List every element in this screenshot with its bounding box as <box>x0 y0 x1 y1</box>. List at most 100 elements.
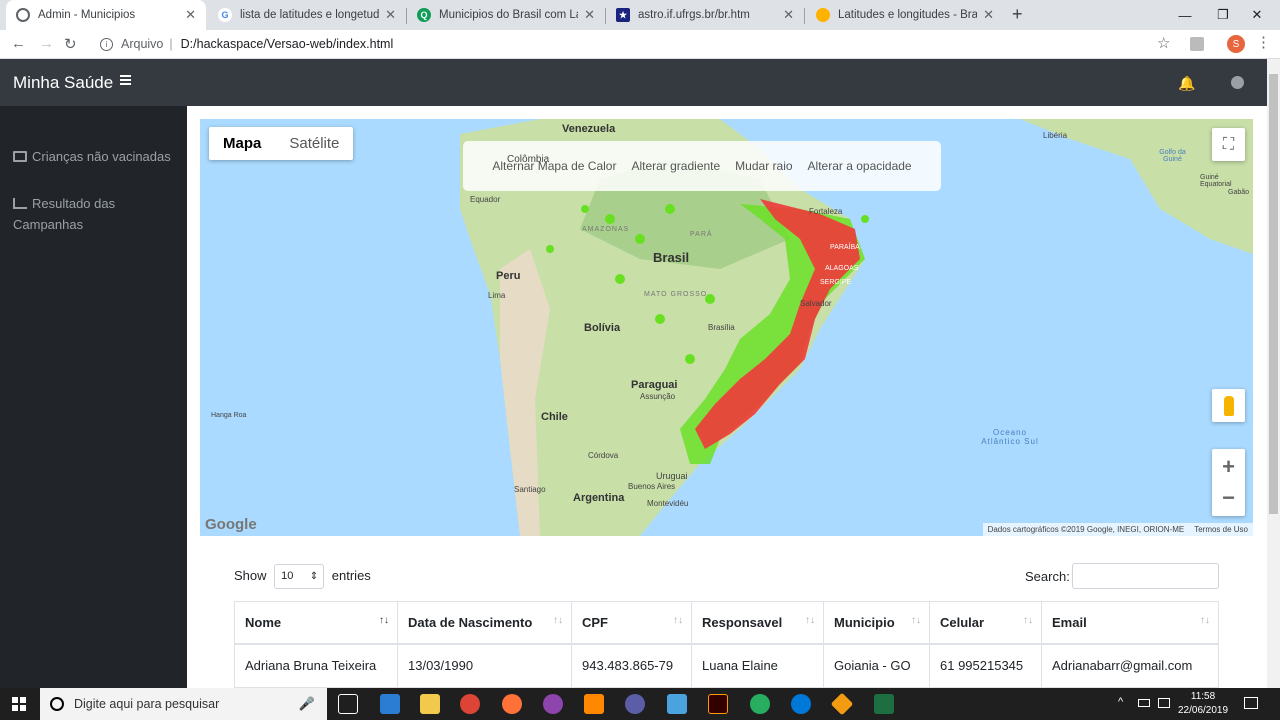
close-window-icon[interactable]: ✕ <box>1234 0 1280 30</box>
forward-icon[interactable]: → <box>39 35 54 52</box>
taskbar-clock[interactable]: 11:58 22/06/2019 <box>1178 690 1228 718</box>
zoom-in-icon[interactable]: + <box>1222 450 1235 483</box>
sort-icon: ↑↓ <box>805 615 815 626</box>
zoom-control: + − <box>1212 449 1245 516</box>
hamburger-icon[interactable] <box>120 75 131 85</box>
excel-icon[interactable] <box>874 694 894 714</box>
column-header-data[interactable]: Data de Nascimento ↑↓ <box>397 601 572 645</box>
terms-link[interactable]: Termos de Uso <box>1194 525 1248 534</box>
profile-avatar[interactable]: S <box>1227 35 1245 53</box>
bell-icon[interactable]: 🔔 <box>1178 75 1195 92</box>
star-icon: ★ <box>616 8 630 22</box>
scrollbar-thumb[interactable] <box>1269 74 1278 514</box>
label-argentina: Argentina <box>573 492 625 504</box>
heatmap-map[interactable]: Mapa Satélite Alternar Mapa de Calor Alt… <box>200 119 1253 536</box>
map-attribution: Dados cartográficos ©2019 Google, INEGI,… <box>982 523 1253 536</box>
page-scrollbar[interactable] <box>1267 59 1280 688</box>
table-row[interactable]: Adriana Bruna Teixeira 13/03/1990 943.48… <box>234 643 1219 688</box>
column-header-cpf[interactable]: CPF ↑↓ <box>571 601 692 645</box>
windows-start-icon[interactable] <box>12 697 26 711</box>
column-header-responsavel[interactable]: Responsavel ↑↓ <box>691 601 824 645</box>
user-icon[interactable] <box>1231 76 1244 89</box>
task-view-icon[interactable] <box>338 694 358 714</box>
google-logo: Google <box>205 516 257 533</box>
label-hanga-roa: Hanga Roa <box>211 412 247 419</box>
show-label: Show <box>234 567 267 583</box>
label-paraiba: PARAÍBA <box>830 244 860 251</box>
change-opacity-button[interactable]: Alterar a opacidade <box>808 159 912 173</box>
label-bolivia: Bolívia <box>584 322 621 334</box>
close-icon[interactable]: ✕ <box>783 7 794 23</box>
map-type-satelite[interactable]: Satélite <box>275 127 353 160</box>
tab-admin-municipios[interactable]: Admin - Municipios ✕ <box>6 0 206 30</box>
fullscreen-icon[interactable]: ⛶ <box>1212 128 1245 161</box>
reload-icon[interactable]: ↻ <box>64 35 77 53</box>
search-input[interactable] <box>1072 563 1219 589</box>
column-header-email[interactable]: Email ↑↓ <box>1041 601 1219 645</box>
close-icon[interactable]: ✕ <box>983 7 994 23</box>
sort-icon: ↑↓ <box>1200 615 1210 626</box>
chrome-icon[interactable] <box>460 694 480 714</box>
tab-latitudes[interactable]: G lista de latitudes e longetudes ci ✕ <box>208 0 406 30</box>
extension-icon[interactable] <box>1190 37 1204 51</box>
close-icon[interactable]: ✕ <box>584 7 595 23</box>
column-header-celular[interactable]: Celular ↑↓ <box>929 601 1042 645</box>
brand-title[interactable]: Minha Saúde <box>13 73 113 93</box>
label-oceano-atlantico: Oceano Atlântico Sul <box>981 428 1039 446</box>
sidebar-item-criancas[interactable]: Crianças não vacinadas <box>13 146 183 167</box>
app-icon-3[interactable] <box>625 694 645 714</box>
column-header-nome[interactable]: Nome ↑↓ <box>234 601 398 645</box>
bookmark-star-icon[interactable]: ☆ <box>1157 34 1170 52</box>
label-mato-grosso: MATO GROSSO <box>644 291 708 298</box>
label-guine-equatorial: Guiné Equatorial <box>1200 174 1232 188</box>
sidebar-item-campanhas[interactable]: Resultado das Campanhas <box>13 193 183 235</box>
cell-data: 13/03/1990 <box>397 643 572 688</box>
column-header-municipio[interactable]: Municipio ↑↓ <box>823 601 930 645</box>
vlc-icon[interactable] <box>584 694 604 714</box>
battery-icon[interactable] <box>1138 699 1150 707</box>
close-icon[interactable]: ✕ <box>385 7 396 23</box>
edge-icon[interactable] <box>791 694 811 714</box>
illustrator-icon[interactable] <box>708 694 728 714</box>
label-buenos-aires: Buenos Aires <box>628 482 676 491</box>
app-icon-4[interactable] <box>750 694 770 714</box>
pegman-icon[interactable] <box>1212 389 1245 422</box>
label-montevideu: Montevidéu <box>647 499 689 508</box>
address-url[interactable]: D:/hackaspace/Versao-web/index.html <box>181 37 394 51</box>
cell-email: Adrianabarr@gmail.com <box>1041 643 1219 688</box>
change-gradient-button[interactable]: Alterar gradiente <box>631 159 720 173</box>
tab-latitudes-brasil[interactable]: Latitudes e longitudes - Brasil Esc ✕ <box>806 0 1004 30</box>
cell-cpf: 943.483.865-79 <box>571 643 692 688</box>
label-venezuela: Venezuela <box>562 123 616 135</box>
cell-nome: Adriana Bruna Teixeira <box>234 643 398 688</box>
entries-length-control: Show 10 entries <box>234 564 371 589</box>
zoom-out-icon[interactable]: − <box>1222 483 1235 516</box>
file-explorer-icon[interactable] <box>420 694 440 714</box>
firefox-icon[interactable] <box>502 694 522 714</box>
tab-astro[interactable]: ★ astro.if.ufrgs.br/br.htm ✕ <box>606 0 804 30</box>
back-icon[interactable]: ← <box>11 35 26 52</box>
new-tab-icon[interactable]: + <box>1012 4 1023 25</box>
virtualbox-icon[interactable] <box>667 694 687 714</box>
app-icon-2[interactable] <box>543 694 563 714</box>
omnibox[interactable]: i Arquivo | D:/hackaspace/Versao-web/ind… <box>92 33 1182 55</box>
change-radius-button[interactable]: Mudar raio <box>735 159 792 173</box>
microphone-icon[interactable]: 🎤 <box>299 696 315 712</box>
tab-municipios-brasil[interactable]: Q Municipios do Brasil com Latitud ✕ <box>407 0 605 30</box>
tab-title: astro.if.ufrgs.br/br.htm <box>638 9 750 21</box>
tray-chevron-icon[interactable]: ^ <box>1118 696 1123 708</box>
label-brasil: Brasil <box>653 250 690 265</box>
menu-dots-icon[interactable]: ⋮ <box>1256 33 1271 51</box>
network-icon[interactable] <box>1158 698 1170 708</box>
globe-icon <box>16 8 30 22</box>
label-gabao: Gabão <box>1228 189 1250 196</box>
notifications-icon[interactable] <box>1244 697 1258 709</box>
taskbar-search[interactable]: Digite aqui para pesquisar 🎤 <box>40 688 327 720</box>
app-icon-5[interactable] <box>830 692 854 716</box>
entries-select[interactable]: 10 <box>274 564 325 589</box>
map-type-mapa[interactable]: Mapa <box>209 127 275 160</box>
app-icon-1[interactable] <box>380 694 400 714</box>
info-icon[interactable]: i <box>100 37 113 51</box>
label-liberia: Libéria <box>1043 131 1068 140</box>
close-icon[interactable]: ✕ <box>185 7 196 23</box>
